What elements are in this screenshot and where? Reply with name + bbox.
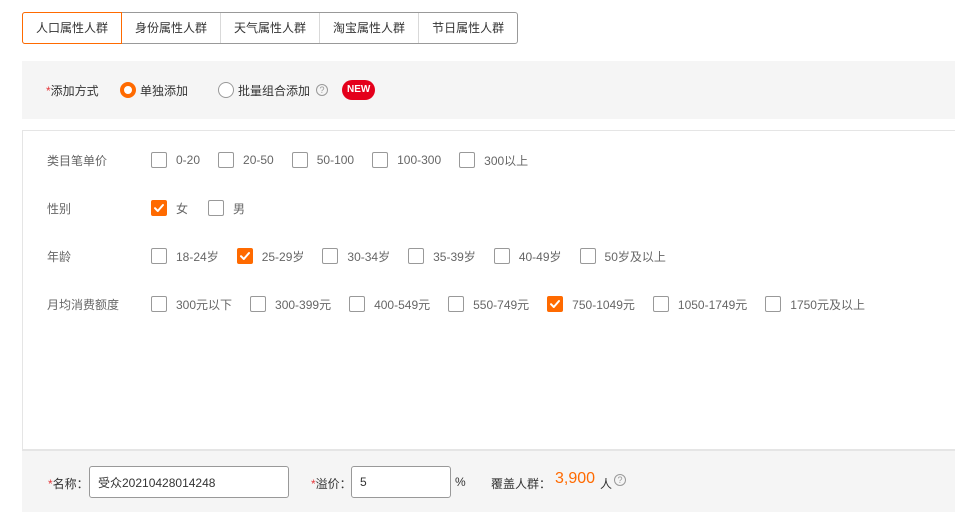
spending-option-label: 750-1049元 [572,297,635,312]
age-option[interactable]: 40-49岁 [493,248,562,265]
tab-population[interactable]: 人口属性人群 [22,12,123,44]
radio-batch-add-label: 批量组合添加 [238,83,311,98]
price-option[interactable]: 300以上 [459,152,528,169]
tab-weather[interactable]: 天气属性人群 [221,13,321,43]
add-mode-label: *添加方式 [46,83,99,98]
premium-label: *溢价： [311,477,352,491]
gender-option[interactable]: 女 [151,200,188,217]
checkbox-icon [408,248,425,264]
spending-option[interactable]: 1750元及以上 [765,296,865,313]
radio-circle [218,82,235,98]
cover-help-icon[interactable]: ? [614,474,626,486]
checkbox-icon [151,248,167,264]
price-option-label: 100-300 [397,153,442,167]
checkbox-icon [218,152,235,168]
radio-circle [120,82,136,98]
new-badge: NEW [342,80,376,100]
help-icon[interactable]: ? [316,84,329,96]
attribute-panel: 类目笔单价 0-20 20-50 50-100 100-300 300以上 性别 女男 … [22,130,955,450]
radio-batch-add[interactable]: 批量组合添加 [218,82,310,99]
age-option-label: 35-39岁 [433,249,476,264]
checkbox-checked-icon [236,248,253,264]
age-label: 年龄 [47,249,72,264]
price-option-label: 0-20 [176,153,201,167]
name-label: *名称： [48,477,89,491]
spending-option-label: 400-549元 [374,297,431,312]
checkbox-icon [493,248,510,264]
checkbox-icon [291,152,308,168]
spending-label: 月均消费额度 [47,297,120,312]
spending-option-label: 1050-1749元 [677,297,748,312]
gender-option-label: 女 [176,201,189,216]
age-option[interactable]: 30-34岁 [322,248,390,265]
age-option[interactable]: 50岁及以上 [579,248,666,265]
price-options: 0-20 20-50 50-100 100-300 300以上 [151,152,528,169]
spending-options: 300元以下 300-399元 400-549元 550-749元 750-1049元 1… [151,296,865,313]
checkbox-icon [208,200,225,216]
age-option-label: 30-34岁 [347,249,391,264]
price-option[interactable]: 20-50 [218,152,274,168]
checkbox-icon [151,152,167,168]
age-option[interactable]: 18-24岁 [151,248,219,265]
checkbox-icon [250,296,267,312]
cover-value: 3,900 [555,470,596,487]
age-option[interactable]: 35-39岁 [408,248,476,265]
price-option[interactable]: 0-20 [151,152,200,168]
cover-label: 覆盖人群： [491,477,552,491]
spending-option[interactable]: 550-749元 [448,296,529,313]
add-mode-bar: *添加方式 单独添加 批量组合添加 ? NEW [22,61,955,119]
price-option-label: 50-100 [316,153,355,167]
spending-option[interactable]: 750-1049元 [547,296,635,313]
cover-unit: 人 [600,477,613,491]
tab-taobao[interactable]: 淘宝属性人群 [320,13,420,43]
spending-option-label: 300元以下 [176,297,233,312]
checkbox-icon [579,248,596,264]
audience-tabs: 人口属性人群 身份属性人群 天气属性人群 淘宝属性人群 节日属性人群 [22,12,519,44]
age-options: 18-24岁 25-29岁 30-34岁 35-39岁 40-49岁 50岁及以上 [151,248,666,265]
age-option-label: 50岁及以上 [604,249,666,264]
checkbox-checked-icon [547,296,564,312]
tab-identity[interactable]: 身份属性人群 [122,13,222,43]
percent-unit: % [455,475,466,489]
price-label: 类目笔单价 [47,153,108,168]
spending-option[interactable]: 300-399元 [250,296,331,313]
checkbox-icon [349,296,366,312]
spending-option-label: 550-749元 [473,297,530,312]
spending-option[interactable]: 400-549元 [349,296,430,313]
checkbox-icon [372,152,389,168]
spending-option[interactable]: 300元以下 [151,296,232,313]
checkbox-icon [765,296,782,312]
price-option-label: 300以上 [484,153,529,168]
premium-input[interactable] [351,466,451,498]
age-option-label: 25-29岁 [261,249,305,264]
radio-single-add-label: 单独添加 [140,83,189,98]
price-option-label: 20-50 [243,153,274,167]
checkbox-icon [151,296,167,312]
spending-option-label: 1750元及以上 [790,297,865,312]
spending-option[interactable]: 1050-1749元 [652,296,748,313]
price-option[interactable]: 50-100 [291,152,355,168]
gender-option-label: 男 [233,201,246,216]
price-option[interactable]: 100-300 [372,152,441,168]
age-option-label: 40-49岁 [518,249,562,264]
checkbox-icon [652,296,669,312]
gender-option[interactable]: 男 [208,200,245,217]
checkbox-icon [322,248,339,264]
checkbox-checked-icon [151,200,167,216]
spending-option-label: 300-399元 [275,297,332,312]
checkbox-icon [448,296,465,312]
age-option-label: 18-24岁 [176,249,219,264]
tab-holiday[interactable]: 节日属性人群 [419,13,517,43]
radio-single-add[interactable]: 单独添加 [120,82,188,99]
checkbox-icon [459,152,476,168]
age-option[interactable]: 25-29岁 [236,248,305,265]
name-input[interactable] [89,466,289,498]
footer-bar: *名称： *溢价： % 覆盖人群： 3,900 人 ? [22,450,955,512]
gender-options: 女男 [151,200,245,217]
gender-label: 性别 [47,201,72,216]
